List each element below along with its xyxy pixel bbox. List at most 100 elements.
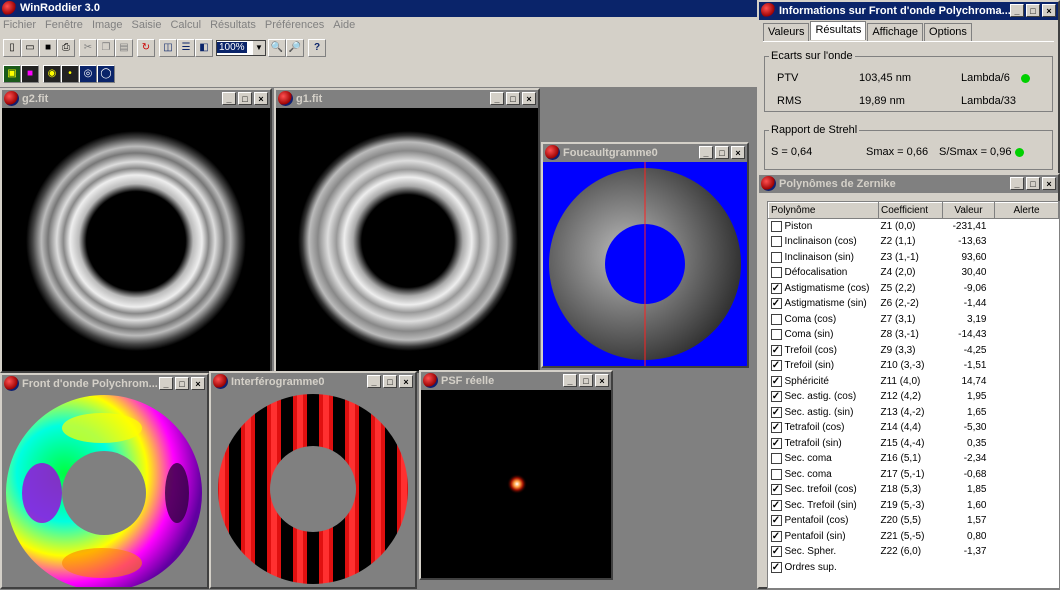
row-checkbox[interactable] xyxy=(770,453,782,465)
menu-item-3[interactable]: Saisie xyxy=(129,17,168,35)
row-checkbox[interactable] xyxy=(770,236,782,248)
menu-item-4[interactable]: Calcul xyxy=(167,17,207,35)
app-titlebar[interactable]: WinRoddier 3.0 xyxy=(0,0,777,17)
cut-icon[interactable]: ✂ xyxy=(79,39,97,57)
table-row[interactable]: ✓ Astigmatisme (cos) Z5 (2,2) -9,06 xyxy=(769,281,1059,297)
header-polynome[interactable]: Polynôme xyxy=(768,202,879,219)
table-row[interactable]: ✓ Sec. astig. (sin) Z13 (4,-2) 1,65 xyxy=(769,405,1059,421)
window-g2[interactable]: g2.fit _ □ × xyxy=(0,88,272,373)
chevron-down-icon[interactable]: ▼ xyxy=(253,41,265,55)
tile-vertical-icon[interactable]: ◧ xyxy=(195,39,213,57)
refresh-icon[interactable]: ↻ xyxy=(137,39,155,57)
menu-item-7[interactable]: Aide xyxy=(330,17,361,35)
table-row[interactable]: ✓ Tetrafoil (cos) Z14 (4,4) -5,30 xyxy=(769,420,1059,436)
tool-point-icon[interactable]: • xyxy=(61,65,79,83)
row-checkbox[interactable]: ✓ xyxy=(770,360,782,372)
menu-item-5[interactable]: Résultats xyxy=(207,17,262,35)
menu-item-2[interactable]: Image xyxy=(89,17,129,35)
tool-image-icon[interactable]: ■ xyxy=(21,65,39,83)
tool-target-icon[interactable]: ◉ xyxy=(43,65,61,83)
row-checkbox[interactable] xyxy=(770,220,782,232)
menu-item-6[interactable]: Préférences xyxy=(262,17,330,35)
table-row[interactable]: ✓ Trefoil (cos) Z9 (3,3) -4,25 xyxy=(769,343,1059,359)
close-icon[interactable]: × xyxy=(399,375,413,388)
minimize-icon[interactable]: _ xyxy=(699,146,713,159)
row-checkbox[interactable] xyxy=(770,468,782,480)
zoom-out-icon[interactable]: 🔎 xyxy=(286,39,304,57)
g1-titlebar[interactable]: g1.fit _ □ × xyxy=(276,90,538,108)
tool-ring-icon[interactable]: ◎ xyxy=(79,65,97,83)
table-row[interactable]: ✓ Astigmatisme (sin) Z6 (2,-2) -1,44 xyxy=(769,296,1059,312)
window-interferogramme[interactable]: Interférogramme0 _ □ × xyxy=(209,371,417,589)
table-row[interactable]: ✓ Sec. Trefoil (sin) Z19 (5,-3) 1,60 xyxy=(769,498,1059,514)
maximize-icon[interactable]: □ xyxy=(238,92,252,105)
window-psf[interactable]: PSF réelle _ □ × xyxy=(419,370,613,580)
close-icon[interactable]: × xyxy=(254,92,268,105)
minimize-icon[interactable]: _ xyxy=(1010,177,1024,190)
row-checkbox[interactable]: ✓ xyxy=(770,484,782,496)
tab-1[interactable]: Résultats xyxy=(810,21,867,40)
header-alerte[interactable]: Alerte xyxy=(994,202,1059,219)
tab-3[interactable]: Options xyxy=(924,23,972,42)
print-icon[interactable]: ⎙ xyxy=(57,39,75,57)
table-row[interactable]: ✓ Tetrafoil (sin) Z15 (4,-4) 0,35 xyxy=(769,436,1059,452)
table-row[interactable]: Sec. coma Z17 (5,-1) -0,68 xyxy=(769,467,1059,483)
window-g1[interactable]: g1.fit _ □ × xyxy=(274,88,540,373)
info-titlebar[interactable]: Informations sur Front d'onde Polychroma… xyxy=(759,2,1058,20)
table-row[interactable]: Défocalisation Z4 (2,0) 30,40 xyxy=(769,265,1059,281)
tool-green-icon[interactable]: ▣ xyxy=(3,65,21,83)
maximize-icon[interactable]: □ xyxy=(1026,4,1040,17)
table-row[interactable]: Inclinaison (cos) Z2 (1,1) -13,63 xyxy=(769,234,1059,250)
table-row[interactable]: ✓ Pentafoil (cos) Z20 (5,5) 1,57 xyxy=(769,513,1059,529)
table-row[interactable]: ✓ Sec. astig. (cos) Z12 (4,2) 1,95 xyxy=(769,389,1059,405)
close-icon[interactable]: × xyxy=(191,377,205,390)
open-folder-icon[interactable]: ▭ xyxy=(21,39,39,57)
table-row[interactable]: Sec. coma Z16 (5,1) -2,34 xyxy=(769,451,1059,467)
minimize-icon[interactable]: _ xyxy=(222,92,236,105)
window-front-onde[interactable]: Front d'onde Polychrom... _ □ × xyxy=(0,373,209,590)
window-foucault[interactable]: Foucaultgramme0 _ □ × xyxy=(541,142,749,368)
paste-icon[interactable]: ▤ xyxy=(115,39,133,57)
zoom-select[interactable]: 100% ▼ xyxy=(216,40,266,56)
menu-item-1[interactable]: Fenêtre xyxy=(42,17,89,35)
maximize-icon[interactable]: □ xyxy=(579,374,593,387)
minimize-icon[interactable]: _ xyxy=(159,377,173,390)
row-checkbox[interactable] xyxy=(770,313,782,325)
zoom-in-icon[interactable]: 🔍 xyxy=(268,39,286,57)
row-checkbox[interactable]: ✓ xyxy=(770,437,782,449)
row-checkbox[interactable]: ✓ xyxy=(770,530,782,542)
maximize-icon[interactable]: □ xyxy=(506,92,520,105)
close-icon[interactable]: × xyxy=(522,92,536,105)
tab-2[interactable]: Affichage xyxy=(867,23,924,42)
table-row[interactable]: Piston Z1 (0,0) -231,41 xyxy=(769,218,1059,234)
window-zernike[interactable]: Polynômes de Zernike _ □ × Polynôme Coeffi… xyxy=(757,173,1060,589)
row-checkbox[interactable]: ✓ xyxy=(770,298,782,310)
row-checkbox[interactable]: ✓ xyxy=(770,546,782,558)
row-checkbox[interactable] xyxy=(770,251,782,263)
row-checkbox[interactable] xyxy=(770,329,782,341)
table-row[interactable]: ✓ Sec. Spher. Z22 (6,0) -1,37 xyxy=(769,544,1059,560)
menu-item-0[interactable]: Fichier xyxy=(0,17,42,35)
table-row[interactable]: Coma (cos) Z7 (3,1) 3,19 xyxy=(769,312,1059,328)
row-checkbox[interactable] xyxy=(770,267,782,279)
table-row[interactable]: ✓ Trefoil (sin) Z10 (3,-3) -1,51 xyxy=(769,358,1059,374)
row-checkbox[interactable]: ✓ xyxy=(770,561,782,573)
window-informations[interactable]: Informations sur Front d'onde Polychroma… xyxy=(757,0,1060,176)
tab-0[interactable]: Valeurs xyxy=(763,23,810,42)
minimize-icon[interactable]: _ xyxy=(563,374,577,387)
minimize-icon[interactable]: _ xyxy=(367,375,381,388)
save-icon[interactable]: ■ xyxy=(39,39,57,57)
minimize-icon[interactable]: _ xyxy=(1010,4,1024,17)
table-row[interactable]: Inclinaison (sin) Z3 (1,-1) 93,60 xyxy=(769,250,1059,266)
header-valeur[interactable]: Valeur xyxy=(942,202,995,219)
close-icon[interactable]: × xyxy=(1042,177,1056,190)
maximize-icon[interactable]: □ xyxy=(715,146,729,159)
close-icon[interactable]: × xyxy=(595,374,609,387)
table-row[interactable]: ✓ Ordres sup. xyxy=(769,560,1059,576)
interfero-titlebar[interactable]: Interférogramme0 _ □ × xyxy=(211,373,415,391)
row-checkbox[interactable]: ✓ xyxy=(770,344,782,356)
table-row[interactable]: Coma (sin) Z8 (3,-1) -14,43 xyxy=(769,327,1059,343)
g2-titlebar[interactable]: g2.fit _ □ × xyxy=(2,90,270,108)
psf-titlebar[interactable]: PSF réelle _ □ × xyxy=(421,372,611,390)
foucault-titlebar[interactable]: Foucaultgramme0 _ □ × xyxy=(543,144,747,162)
